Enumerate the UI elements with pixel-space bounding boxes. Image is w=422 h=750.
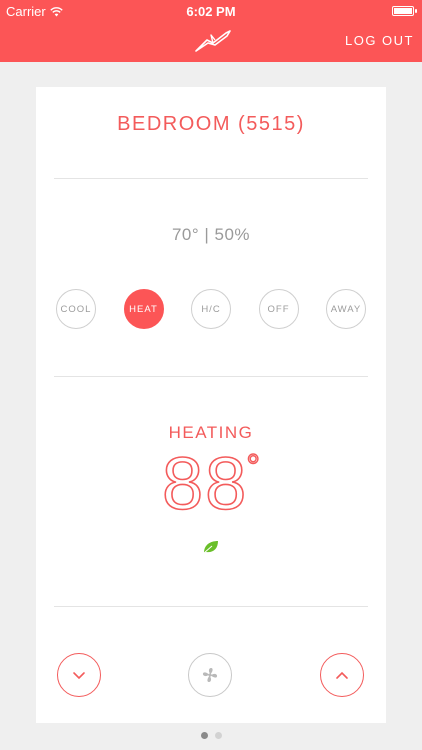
chevron-down-icon	[73, 671, 85, 679]
page-dot-1[interactable]	[200, 732, 208, 739]
divider	[54, 376, 368, 377]
mode-away-button[interactable]: AWAY	[326, 289, 366, 329]
fan-icon	[202, 667, 218, 683]
increase-temp-button[interactable]	[320, 653, 364, 697]
room-title: BEDROOM (5515)	[117, 113, 305, 135]
status-bar: Carrier 6:02 PM	[0, 0, 422, 22]
hvac-state: HEATING	[168, 423, 254, 442]
mode-heat-cool-button[interactable]: H/C	[191, 289, 231, 329]
mode-cool-button[interactable]: COOL	[56, 289, 96, 329]
page-dot-2[interactable]	[214, 732, 222, 739]
leaf-icon	[203, 541, 218, 554]
divider	[54, 178, 368, 179]
mode-selector: COOL HEAT H/C OFF AWAY	[56, 289, 366, 329]
mode-heat-button[interactable]: HEAT	[123, 289, 164, 329]
logout-button[interactable]: LOG OUT	[345, 33, 414, 48]
status-time: 6:02 PM	[186, 4, 236, 19]
decrease-temp-button[interactable]	[57, 653, 101, 697]
thermostat-card: BEDROOM (5515) 70° | 50% COOL HEAT H/C O…	[36, 87, 386, 723]
page-indicator[interactable]	[0, 732, 422, 739]
mode-off-button[interactable]: OFF	[258, 289, 299, 329]
current-reading: 70° | 50%	[171, 225, 251, 244]
setpoint-display: 88°	[36, 442, 386, 525]
bird-logo-icon	[195, 30, 231, 52]
setpoint-unit: °	[246, 447, 261, 486]
setpoint-value: 88	[161, 442, 249, 525]
chevron-up-icon	[336, 671, 348, 679]
battery-icon	[392, 6, 417, 16]
fan-button[interactable]	[188, 653, 232, 697]
divider	[54, 606, 368, 607]
app-header: Carrier 6:02 PM LOG OUT	[0, 0, 422, 62]
